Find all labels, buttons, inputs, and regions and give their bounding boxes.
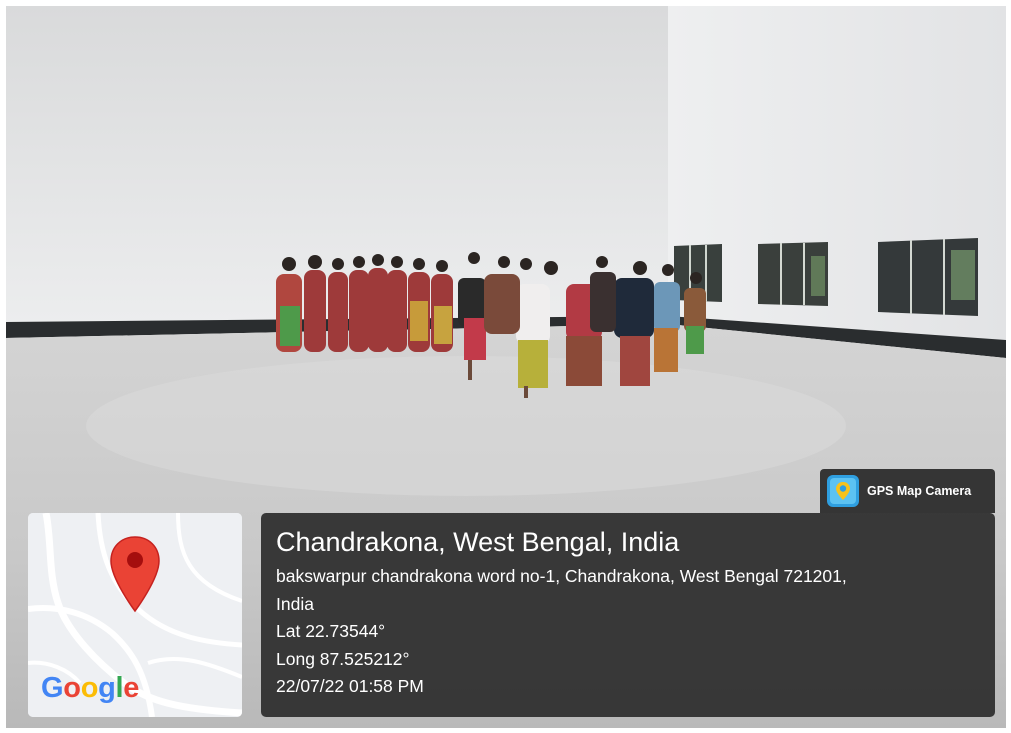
map-pin-icon [110, 536, 160, 613]
photo-frame: GPS Map Camera Google Chandrakona, West … [6, 6, 1006, 728]
window [878, 238, 978, 316]
map-thumbnail: Google [28, 513, 242, 717]
google-logo: Google [41, 672, 140, 704]
app-badge-label: GPS Map Camera [867, 484, 972, 498]
place-name: Chandrakona, West Bengal, India [276, 527, 680, 557]
longitude: Long 87.525212° [276, 648, 410, 669]
address-line-1: bakswarpur chandrakona word no-1, Chandr… [276, 566, 847, 586]
location-info-panel: Chandrakona, West Bengal, India bakswarp… [261, 513, 995, 717]
app-badge: GPS Map Camera [820, 469, 995, 513]
latitude: Lat 22.73544° [276, 621, 386, 641]
timestamp: 22/07/22 01:58 PM [276, 676, 424, 696]
window [758, 242, 828, 306]
gps-map-camera-app-icon [827, 475, 859, 507]
address-line-2: India [276, 593, 314, 614]
